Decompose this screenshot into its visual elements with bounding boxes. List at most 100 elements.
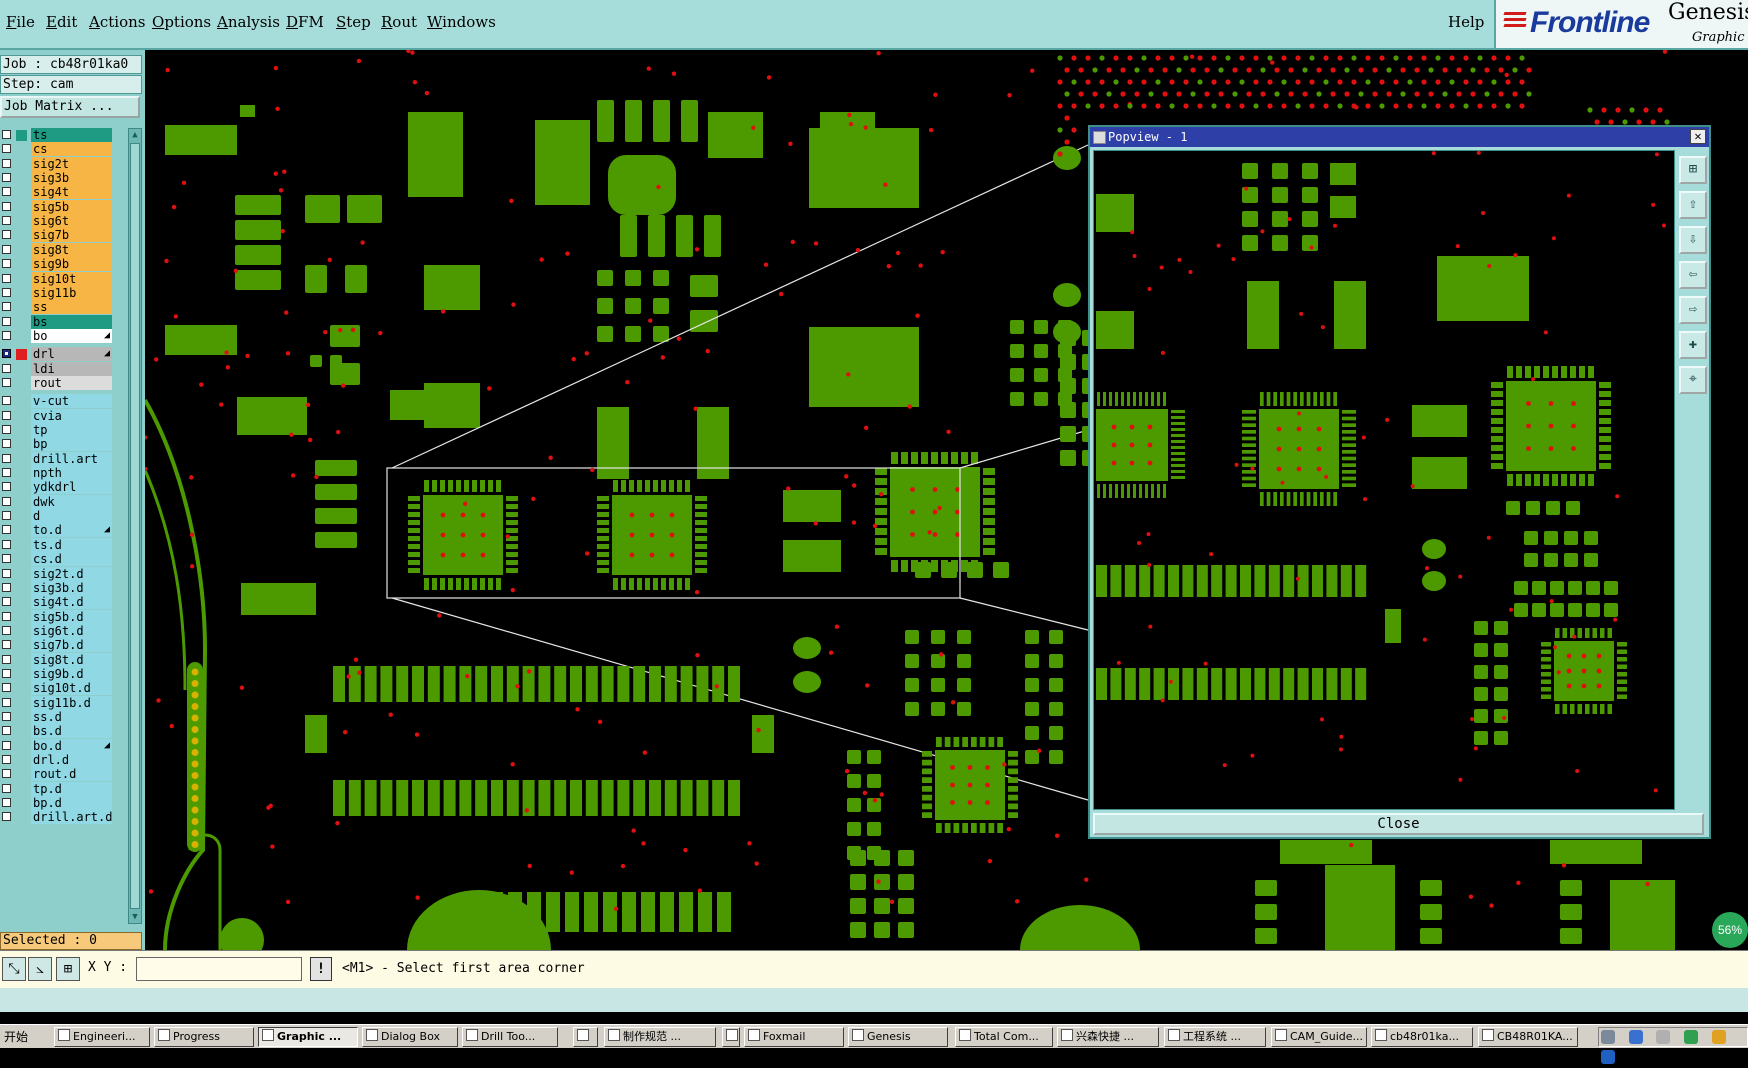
layer-checkbox[interactable] bbox=[2, 130, 11, 139]
layer-name[interactable]: sig11b.d bbox=[31, 695, 112, 710]
layer-row-sig8t[interactable]: sig8t bbox=[0, 242, 114, 258]
taskbar-button[interactable]: cb48r01ka... bbox=[1371, 1027, 1473, 1047]
layer-checkbox[interactable] bbox=[2, 158, 11, 168]
layer-row-ss-d[interactable]: ss.d bbox=[0, 710, 114, 725]
zoom-fit-icon[interactable]: ⌖ bbox=[1679, 366, 1707, 394]
menu-analysis[interactable]: Analysis bbox=[217, 13, 280, 31]
taskbar-button[interactable]: CAM_Guide... bbox=[1271, 1027, 1367, 1047]
layer-name[interactable]: cvia bbox=[31, 408, 112, 423]
layer-name[interactable]: drl.d bbox=[31, 753, 112, 768]
layer-row-ts-d[interactable]: ts.d bbox=[0, 537, 114, 553]
taskbar-button[interactable] bbox=[573, 1027, 598, 1047]
layer-name[interactable]: sig7b bbox=[31, 228, 112, 243]
layer-row-sig3b-d[interactable]: sig3b.d bbox=[0, 580, 114, 596]
layer-name[interactable]: sig8t.d bbox=[31, 652, 112, 667]
layer-name[interactable]: tp bbox=[31, 423, 112, 437]
layer-row-sig2t-d[interactable]: sig2t.d bbox=[0, 566, 114, 582]
layer-row-sig9b-d[interactable]: sig9b.d bbox=[0, 666, 114, 682]
taskbar-button[interactable]: Progress bbox=[154, 1027, 254, 1047]
measure-tool-icon[interactable]: ⤡ bbox=[2, 957, 26, 981]
layer-name[interactable]: d bbox=[31, 509, 112, 524]
layer-checkbox[interactable] bbox=[2, 625, 11, 635]
layer-checkbox[interactable] bbox=[2, 316, 11, 326]
layer-name[interactable]: ss bbox=[31, 300, 112, 315]
layer-name[interactable]: sig9b bbox=[31, 257, 112, 272]
xy-input[interactable] bbox=[136, 957, 302, 981]
layer-name[interactable]: bo.d ◢ bbox=[31, 738, 112, 753]
layer-checkbox[interactable] bbox=[2, 697, 11, 707]
layer-row-bp-d[interactable]: bp.d bbox=[0, 796, 114, 811]
menu-file[interactable]: File bbox=[6, 13, 35, 31]
layer-name[interactable]: sig3b bbox=[31, 171, 112, 186]
layer-checkbox[interactable] bbox=[2, 453, 11, 463]
layer-checkbox[interactable] bbox=[2, 330, 11, 340]
message-button[interactable]: ! bbox=[310, 957, 332, 981]
layer-name[interactable]: ldi bbox=[31, 361, 112, 376]
layer-checkbox[interactable] bbox=[2, 425, 11, 434]
layer-checkbox[interactable] bbox=[2, 259, 11, 269]
layer-row-bo-d[interactable]: bo.d ◢ bbox=[0, 738, 114, 754]
layer-name[interactable]: sig2t bbox=[31, 156, 112, 171]
layer-row-npth[interactable]: npth bbox=[0, 466, 114, 481]
layer-checkbox[interactable] bbox=[2, 349, 11, 359]
layer-checkbox[interactable] bbox=[2, 539, 11, 549]
layer-name[interactable]: sig6t.d bbox=[31, 623, 112, 638]
zoom-home-icon[interactable]: ⊞ bbox=[1679, 156, 1707, 184]
layer-checkbox[interactable] bbox=[2, 468, 11, 478]
layer-name[interactable]: bo ◢ bbox=[31, 328, 112, 343]
layer-checkbox[interactable] bbox=[2, 769, 11, 779]
layer-name[interactable]: sig3b.d bbox=[31, 580, 112, 595]
layer-name[interactable]: sig11b bbox=[31, 285, 112, 300]
layer-checkbox[interactable] bbox=[2, 525, 11, 535]
layer-checkbox[interactable] bbox=[2, 798, 11, 808]
pan-down-icon[interactable]: ⇩ bbox=[1679, 226, 1707, 254]
menu-edit[interactable]: Edit bbox=[46, 13, 77, 31]
snap-tool-icon[interactable]: ⦣ bbox=[28, 957, 52, 981]
menu-step[interactable]: Step bbox=[336, 13, 371, 31]
layer-name[interactable]: sig6t bbox=[31, 214, 112, 229]
layer-checkbox[interactable] bbox=[2, 302, 11, 312]
layer-checkbox[interactable] bbox=[2, 410, 11, 420]
layer-checkbox[interactable] bbox=[2, 173, 11, 183]
layer-checkbox[interactable] bbox=[2, 287, 11, 297]
layer-name[interactable]: sig4t bbox=[31, 185, 112, 200]
layer-row-drl-d[interactable]: drl.d bbox=[0, 753, 114, 768]
layer-row-sig8t-d[interactable]: sig8t.d bbox=[0, 652, 114, 668]
layer-checkbox[interactable] bbox=[2, 216, 11, 226]
tray-help-icon[interactable] bbox=[1628, 1030, 1643, 1044]
taskbar-button[interactable]: Genesis bbox=[848, 1027, 948, 1047]
layer-checkbox[interactable] bbox=[2, 568, 11, 578]
layer-name[interactable]: ts.d bbox=[31, 537, 112, 552]
layer-name[interactable]: npth bbox=[31, 466, 112, 481]
close-icon[interactable]: ✕ bbox=[1690, 129, 1706, 144]
layer-name[interactable]: bp bbox=[31, 437, 112, 452]
layer-name[interactable]: bs bbox=[31, 314, 112, 329]
layer-checkbox[interactable] bbox=[2, 496, 11, 506]
tray-update-icon[interactable] bbox=[1711, 1030, 1726, 1044]
layer-row-d[interactable]: d bbox=[0, 509, 114, 524]
layer-row-sig10t[interactable]: sig10t bbox=[0, 271, 114, 287]
layer-row-sig3b[interactable]: sig3b bbox=[0, 171, 114, 186]
layer-name[interactable]: ydkdrl bbox=[31, 480, 112, 495]
menu-dfm[interactable]: DFM bbox=[286, 13, 324, 31]
layer-checkbox[interactable] bbox=[2, 396, 11, 406]
layer-row-sig2t[interactable]: sig2t bbox=[0, 156, 114, 172]
taskbar-button[interactable]: Total Com... bbox=[955, 1027, 1053, 1047]
layer-checkbox[interactable] bbox=[2, 144, 11, 154]
layer-checkbox[interactable] bbox=[2, 726, 11, 736]
layer-name[interactable]: cs.d bbox=[31, 552, 112, 567]
layer-row-bo[interactable]: bo ◢ bbox=[0, 328, 114, 344]
layer-checkbox[interactable] bbox=[2, 755, 11, 765]
layer-checkbox[interactable] bbox=[2, 273, 11, 283]
layer-row-sig11b-d[interactable]: sig11b.d bbox=[0, 695, 114, 711]
scroll-up-icon[interactable]: ▲ bbox=[130, 129, 140, 141]
layer-row-drl[interactable]: drl ◢ bbox=[0, 347, 114, 362]
layer-name[interactable]: sig8t bbox=[31, 242, 112, 257]
layer-row-dwk[interactable]: dwk bbox=[0, 494, 114, 510]
layer-row-sig7b-d[interactable]: sig7b.d bbox=[0, 638, 114, 653]
taskbar-button[interactable]: Engineeri... bbox=[54, 1027, 150, 1047]
layer-row-bp[interactable]: bp bbox=[0, 437, 114, 452]
layer-checkbox[interactable] bbox=[2, 611, 11, 621]
layer-name[interactable]: dwk bbox=[31, 494, 112, 509]
layer-name[interactable]: bs.d bbox=[31, 724, 112, 739]
